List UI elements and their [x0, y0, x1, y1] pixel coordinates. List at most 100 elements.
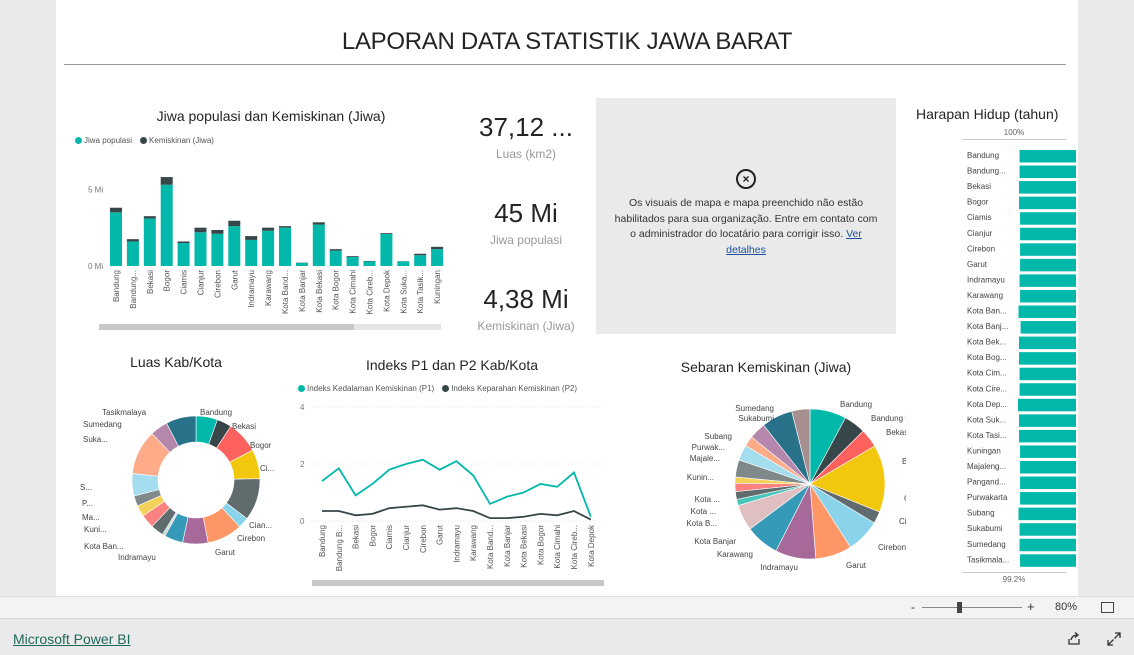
zoom-in-button[interactable]: + [1027, 599, 1035, 614]
legend-dot-icon [298, 385, 305, 392]
zoom-out-button[interactable]: - [911, 600, 915, 614]
pie-label: Garut [846, 561, 867, 570]
bar-kemiskinan [431, 246, 444, 250]
pie-chart-title: Sebaran Kemiskinan (Jiwa) [680, 359, 852, 375]
x-tick-label: Indramayu [247, 270, 256, 308]
donut-label: P... [82, 499, 93, 508]
harapan-title: Harapan Hidup (tahun) [916, 106, 1059, 122]
harapan-bar [1019, 523, 1076, 536]
bar-jiwa [245, 239, 258, 266]
harapan-row-label: Cirebon [967, 244, 995, 253]
harapan-bar [1020, 492, 1076, 505]
bar-chart-visual[interactable]: Jiwa populasi dan Kemiskinan (Jiwa) Jiwa… [75, 100, 456, 340]
harapan-row-label: Tasikmala... [967, 555, 1009, 564]
bar-jiwa [346, 256, 359, 266]
harapan-bar [1020, 445, 1076, 458]
pie-label: Bogor [902, 457, 906, 466]
harapan-row-label: Kota Cire... [967, 384, 1007, 393]
harapan-bars-svg: Bandung Bandung... Bekasi Bogor Ciamis Cianju… [967, 150, 1076, 567]
powerbi-viewer: LAPORAN DATA STATISTIK JAWA BARAT Jiwa p… [0, 0, 1134, 655]
zoom-slider-track[interactable] [922, 607, 1022, 608]
pie-label: Kota Banjar [694, 537, 736, 546]
x-tick-label: Bekasi [352, 525, 361, 549]
line-chart-svg: 4 2 0 Bandung Bandung B... Bekasi Bogor Ciamis C… [300, 403, 602, 571]
card-label: Kemiskinan (Jiwa) [477, 319, 575, 333]
pie-label: Kota ... [695, 495, 720, 504]
card-jiwa[interactable]: 45 Mi Jiwa populasi [446, 198, 606, 247]
luas-donut-visual[interactable]: Luas Kab/Kota Tasikmalaya Bandung Bekasi Su… [76, 350, 306, 570]
x-tick-label: Bandung [112, 270, 121, 302]
bar-kemiskinan [380, 233, 393, 234]
legend-dot-icon [75, 137, 82, 144]
pie-label: Kota ... [691, 507, 716, 516]
zoom-slider-thumb[interactable] [957, 602, 962, 613]
x-tick-label: Kota Band... [486, 525, 495, 569]
fit-to-page-icon[interactable] [1101, 602, 1114, 613]
harapan-bar [1018, 398, 1076, 412]
donut-label: Bogor [250, 441, 272, 450]
pie-label: Bandung Barat [871, 414, 906, 423]
bar-kemiskinan [279, 226, 291, 228]
harapan-bar [1019, 352, 1076, 365]
pie-label: Sukabumi [738, 414, 774, 423]
line-chart-visual[interactable]: Indeks P1 dan P2 Kab/Kota Indeks Kedalam… [292, 350, 612, 590]
footer-bar: Microsoft Power BI [0, 618, 1134, 655]
share-icon[interactable] [1066, 631, 1082, 647]
legend-item-p2[interactable]: Indeks Keparahan Kemiskinan (P2) [442, 384, 577, 393]
card-value: 37,12 ... [479, 112, 573, 142]
legend-item-p1[interactable]: Indeks Kedalaman Kemiskinan (P1) [298, 384, 434, 393]
bar-kemiskinan [262, 227, 275, 231]
harapan-row-label: Kota Cim... [967, 369, 1007, 378]
harapan-row-label: Kota Bog... [967, 353, 1007, 362]
harapan-bar [1020, 258, 1076, 272]
x-tick-label: Kota Bekasi [315, 270, 324, 313]
y-tick-label: 0 Mi [88, 262, 103, 271]
harapan-bar [1019, 414, 1076, 427]
x-tick-label: Kuningan [433, 270, 442, 304]
harapan-bar [1019, 383, 1076, 396]
harapan-row-label: Kota Dep... [967, 400, 1007, 409]
legend-item-jiwa[interactable]: Jiwa populasi [75, 136, 132, 145]
bar-kemiskinan [160, 177, 173, 185]
x-tick-label: Kota Depok [382, 269, 391, 312]
x-tick-label: Kota Suka... [399, 270, 408, 314]
harapan-bar [1020, 289, 1076, 303]
x-tick-label: Karawang [264, 270, 273, 306]
x-tick-label: Kota Banjar [503, 525, 512, 567]
harapan-row-label: Cianjur [967, 229, 993, 238]
donut-label: Bandung [200, 408, 232, 417]
line-chart-scrollbar[interactable] [312, 580, 604, 586]
bar-jiwa [312, 224, 325, 266]
harapan-top-axis: 100% [962, 128, 1066, 140]
donut-label: Kota Ban... [84, 542, 124, 551]
bar-chart-scrollbar[interactable] [99, 324, 441, 330]
y-tick-label: 4 [300, 403, 305, 412]
pie-label: Majale... [690, 454, 720, 463]
zoom-level: 80% [1055, 601, 1078, 613]
fullscreen-icon[interactable] [1106, 631, 1122, 647]
bar-jiwa [194, 232, 207, 266]
card-luas[interactable]: 37,12 ... Luas (km2) [446, 112, 606, 161]
harapan-row-label: Bandung [967, 151, 999, 160]
x-tick-label: Kota Bekasi [520, 525, 529, 568]
bar-kemiskinan [143, 216, 156, 219]
donut-label: Bekasi [232, 422, 256, 431]
bar-jiwa [211, 233, 224, 266]
series-line [322, 504, 592, 521]
legend-label: Indeks Kedalaman Kemiskinan (P1) [307, 384, 435, 393]
legend-item-kemiskinan[interactable]: Kemiskinan (Jiwa) [140, 136, 214, 145]
powerbi-brand-link[interactable]: Microsoft Power BI [13, 631, 130, 647]
card-kemiskinan[interactable]: 4,38 Mi Kemiskinan (Jiwa) [446, 284, 606, 333]
pie-chart-svg: Sumedang Bandung Sukabumi Bandung Barat Beka… [686, 400, 906, 572]
pie-chart-visual[interactable]: Sebaran Kemiskinan (Jiwa) Sumedang Bandun… [626, 350, 906, 580]
donut-label: Garut [215, 548, 236, 557]
bar-kemiskinan [228, 220, 241, 227]
scrollbar-thumb[interactable] [312, 580, 604, 586]
scrollbar-thumb[interactable] [99, 324, 354, 330]
x-tick-label: Kota Bogor [332, 270, 341, 310]
bar-jiwa [110, 212, 122, 266]
close-circle-icon: × [736, 169, 756, 189]
bar-jiwa [329, 250, 342, 266]
title-divider [64, 64, 1066, 65]
harapan-hidup-visual[interactable]: Harapan Hidup (tahun) 100% Bandung Bandun… [906, 98, 1076, 584]
